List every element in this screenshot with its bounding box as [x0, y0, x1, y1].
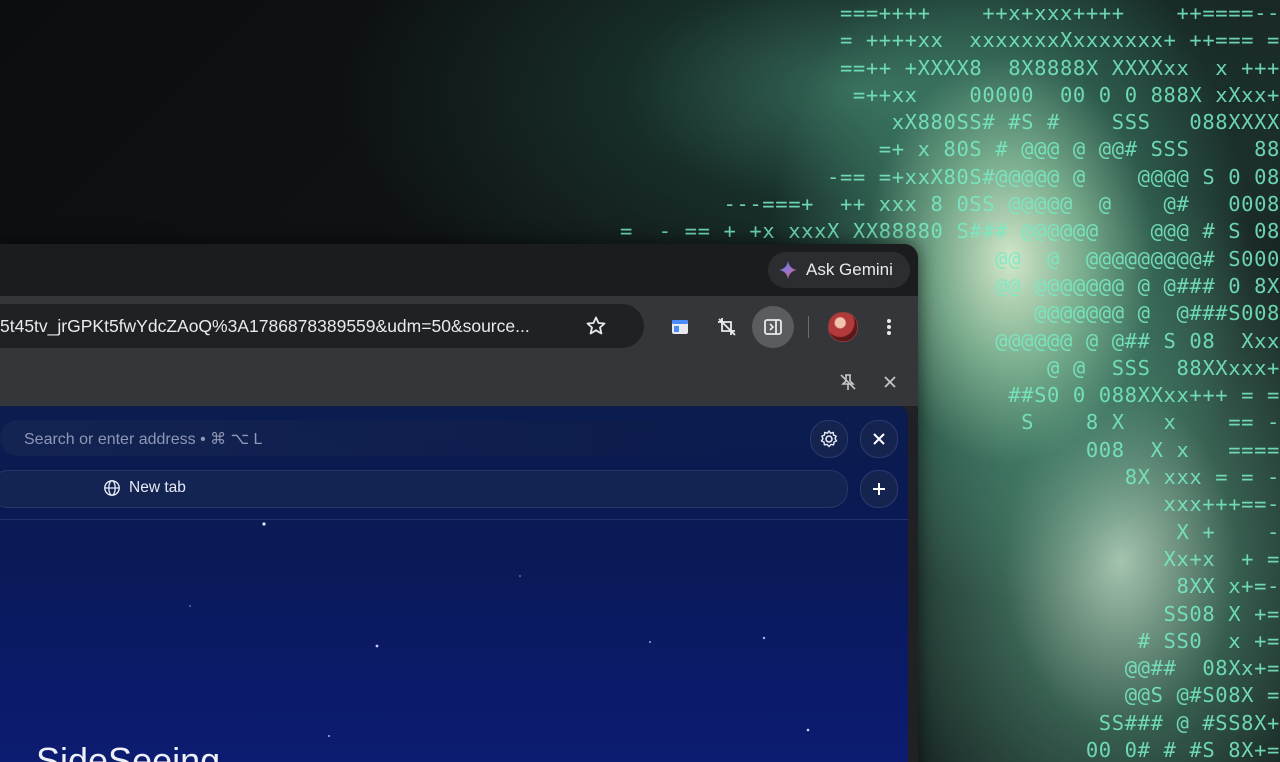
new-tab-link[interactable]: New tab — [103, 479, 186, 497]
tab-strip: Ask Gemini — [0, 244, 918, 296]
browser-window: Ask Gemini 5t45tv_jrGPKt5fwYdcZAoQ%3A178… — [0, 244, 918, 762]
toolbar-divider — [808, 316, 809, 338]
panel-divider — [0, 519, 908, 520]
ascii-line: =++xx 00000 00 0 0 888X xXxx+ — [852, 82, 1280, 107]
crop-slash-icon — [718, 318, 736, 336]
ascii-line: =+ x 80S # @@@ @ @@# SSS 88 — [878, 137, 1280, 162]
side-panel-toggle-button[interactable] — [752, 306, 794, 348]
starfield-background — [189, 522, 810, 737]
ask-gemini-button[interactable]: Ask Gemini — [768, 252, 910, 288]
browser-toolbar: 5t45tv_jrGPKt5fwYdcZAoQ%3A1786878389559&… — [0, 296, 918, 358]
ascii-line: -== =+xxX80S#@@@@@ @ @@@@ S 0 08 — [827, 164, 1280, 189]
globe-icon — [104, 480, 120, 496]
avatar — [828, 312, 858, 342]
ascii-line: = - == + +x xxxX XX88880 S### @@@@@@ @@@… — [619, 219, 1280, 244]
plus-icon — [873, 483, 885, 495]
new-tab-pill[interactable]: New tab — [0, 470, 848, 508]
side-panel-header — [0, 358, 918, 406]
ascii-line: xX880SS# #S # SSS 088XXXX — [891, 110, 1280, 135]
extension-logo-icon — [672, 320, 688, 334]
new-tab-label: New tab — [129, 479, 186, 496]
close-panel-button[interactable] — [860, 420, 898, 458]
page-title: SideSeeing — [36, 740, 221, 762]
side-panel-content: Search or enter address • ⌘ ⌥ L New tab — [0, 406, 908, 762]
unpin-icon — [840, 374, 856, 390]
add-tab-button[interactable] — [860, 470, 898, 508]
settings-button[interactable] — [810, 420, 848, 458]
gear-icon — [820, 430, 838, 448]
close-side-panel-button[interactable] — [878, 370, 902, 394]
extension-icon[interactable] — [659, 306, 701, 348]
screenshot-crop-icon[interactable] — [706, 306, 748, 348]
close-icon — [873, 433, 885, 445]
bookmark-star-icon[interactable] — [584, 314, 608, 338]
profile-button[interactable] — [822, 306, 864, 348]
more-menu-button[interactable] — [868, 306, 910, 348]
side-panel-icon — [764, 319, 782, 335]
search-placeholder: Search or enter address • ⌘ ⌥ L — [24, 431, 263, 448]
address-bar-url[interactable]: 5t45tv_jrGPKt5fwYdcZAoQ%3A1786878389559&… — [0, 316, 580, 337]
ask-gemini-label: Ask Gemini — [806, 260, 893, 279]
unpin-button[interactable] — [836, 370, 860, 394]
ascii-line: ==++ +XXXX8 8X8888X XXXXxx x +++ — [839, 55, 1280, 80]
ascii-line: ===++++ ++x+xxx++++ ++====-- — [839, 1, 1280, 25]
more-vertical-icon — [887, 319, 891, 335]
search-or-address-field[interactable]: Search or enter address • ⌘ ⌥ L — [0, 420, 740, 456]
address-bar[interactable]: 5t45tv_jrGPKt5fwYdcZAoQ%3A1786878389559&… — [0, 304, 644, 348]
close-icon — [884, 376, 896, 388]
ascii-line: = ++++xx xxxxxxxXxxxxxxx+ ++=== = — [839, 28, 1280, 53]
gemini-sparkle-icon — [779, 261, 797, 279]
ascii-line: ---===+ ++ xxx 8 0SS @@@@@ @ @# 0008 — [723, 192, 1280, 217]
